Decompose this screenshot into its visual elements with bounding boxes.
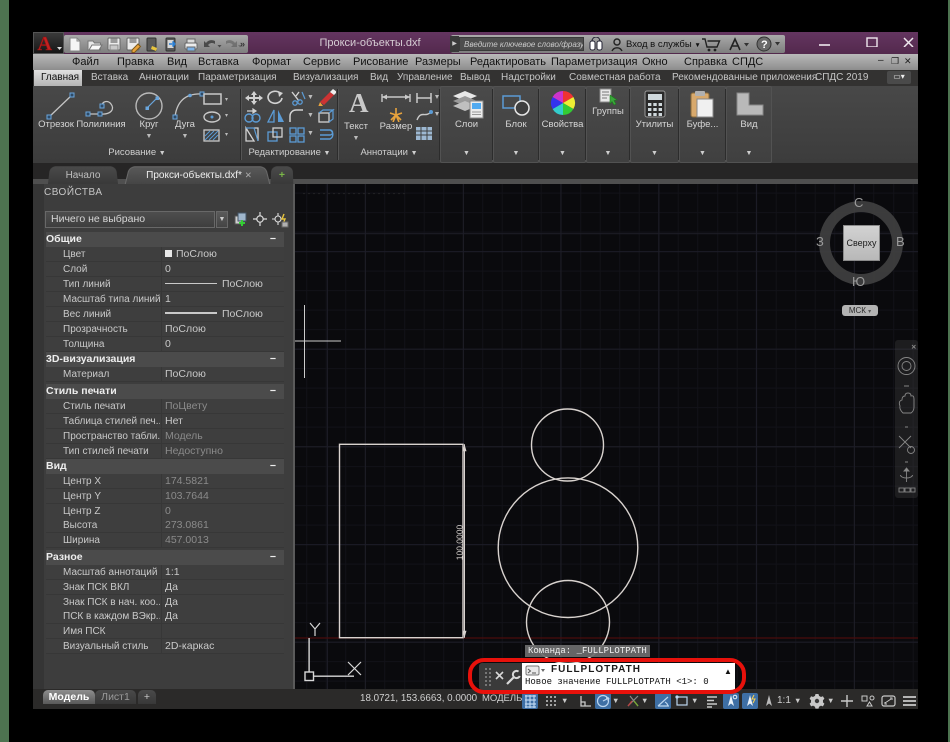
svg-text:A: A <box>38 33 53 53</box>
svg-text:?: ? <box>761 39 768 51</box>
svg-text:»: » <box>240 39 245 49</box>
svg-text:100.0000: 100.0000 <box>455 525 465 561</box>
